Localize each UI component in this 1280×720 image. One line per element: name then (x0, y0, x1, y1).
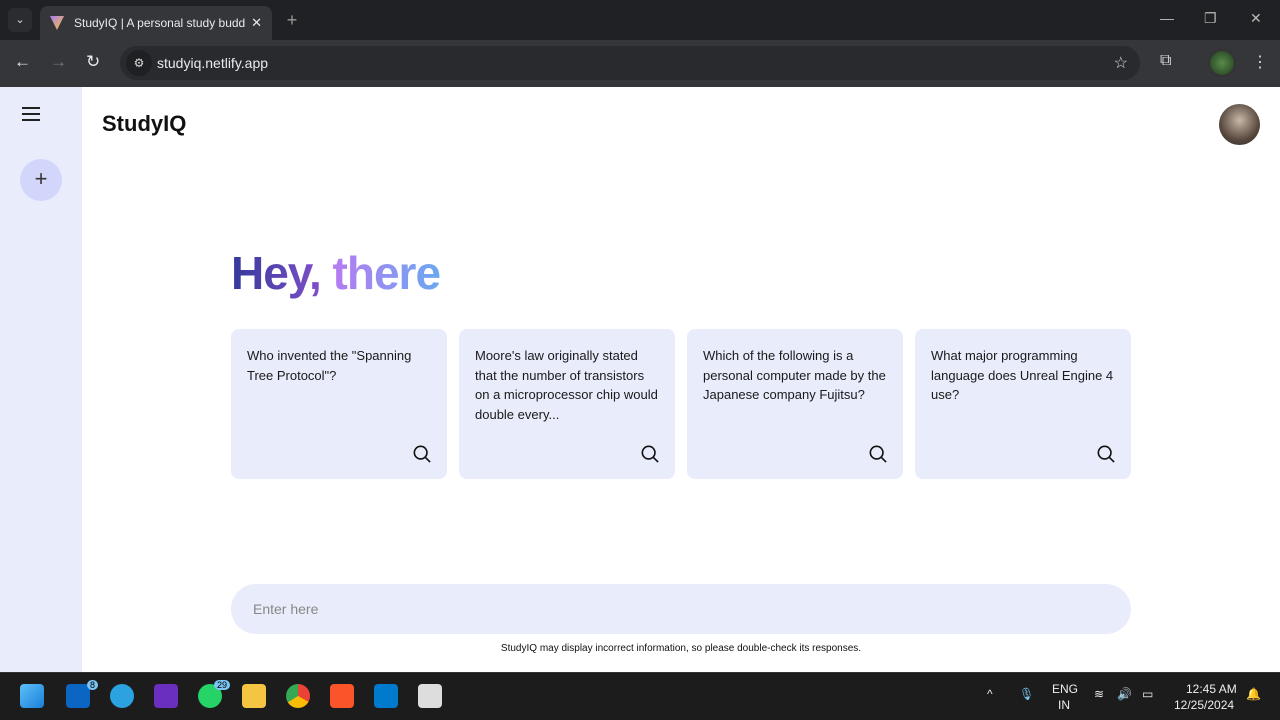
linkedin-icon[interactable]: 8 (66, 680, 98, 708)
back-icon[interactable]: ← (14, 52, 31, 72)
forward-icon[interactable]: → (50, 52, 67, 72)
restore-button[interactable]: ❐ (1204, 10, 1217, 27)
search-icon (413, 445, 431, 463)
brave-icon[interactable] (330, 684, 354, 708)
user-avatar[interactable] (1219, 104, 1260, 145)
more-menu-icon[interactable]: ⋮ (1252, 52, 1268, 72)
prompt-input[interactable] (231, 584, 1131, 634)
snipping-tool-icon[interactable] (418, 684, 442, 708)
microphone-icon[interactable]: 🎙 (1019, 687, 1034, 701)
linkedin-badge: 8 (86, 680, 98, 690)
vite-favicon-icon (50, 16, 64, 30)
address-bar[interactable]: ⚙ studyiq.netlify.app ☆ (120, 46, 1140, 80)
suggestion-card[interactable]: Which of the following is a personal com… (687, 329, 903, 479)
intellij-icon[interactable] (154, 684, 178, 708)
profile-avatar[interactable] (1208, 49, 1236, 77)
battery-icon[interactable]: ▭ (1142, 687, 1153, 701)
whatsapp-icon[interactable]: 29 (198, 680, 230, 708)
vscode-icon[interactable] (374, 684, 398, 708)
whatsapp-badge: 29 (213, 680, 230, 690)
search-icon (869, 445, 887, 463)
app-logo: StudyIQ (102, 111, 187, 136)
wifi-icon[interactable]: ≋ (1094, 687, 1104, 701)
bookmark-star-icon[interactable]: ☆ (1114, 53, 1128, 73)
greeting-part-1: Hey, (231, 247, 322, 299)
reload-icon[interactable]: ↻ (86, 52, 100, 72)
clock-time[interactable]: 12:45 AM (1186, 682, 1237, 696)
greeting-heading: Hey, there (231, 246, 441, 300)
chrome-icon[interactable] (286, 684, 310, 708)
site-info-icon[interactable]: ⚙ (126, 50, 152, 76)
browser-toolbar: ← → ↻ ⚙ studyiq.netlify.app ☆ ⧉ ⋮ (0, 40, 1280, 87)
card-text: Moore's law originally stated that the n… (475, 348, 658, 422)
new-chat-button[interactable]: + (20, 159, 62, 201)
region-indicator[interactable]: IN (1058, 698, 1070, 712)
close-window-button[interactable]: ✕ (1250, 10, 1262, 27)
search-icon (641, 445, 659, 463)
taskbar: 8 29 ^ 🎙 ENG IN ≋ 🔊 ▭ 12:45 AM 12/25/202… (0, 672, 1280, 720)
search-icon (1097, 445, 1115, 463)
card-text: What major programming language does Unr… (931, 348, 1114, 402)
browser-tab[interactable]: StudyIQ | A personal study buddy ✕ (40, 6, 272, 40)
windows-start-icon[interactable] (20, 684, 44, 708)
browser-tab-bar: ⌄ StudyIQ | A personal study buddy ✕ + —… (0, 0, 1280, 40)
url-text: studyiq.netlify.app (157, 55, 269, 71)
suggestion-card[interactable]: What major programming language does Unr… (915, 329, 1131, 479)
notifications-icon[interactable]: 🔔 (1246, 687, 1261, 701)
card-text: Which of the following is a personal com… (703, 348, 886, 402)
prompt-input-container (231, 584, 1131, 634)
suggestion-cards: Who invented the "Spanning Tree Protocol… (231, 329, 1131, 479)
suggestion-card[interactable]: Moore's law originally stated that the n… (459, 329, 675, 479)
tab-title: StudyIQ | A personal study buddy (74, 16, 246, 30)
extensions-icon[interactable]: ⧉ (1160, 52, 1171, 70)
close-tab-icon[interactable]: ✕ (251, 15, 262, 31)
minimize-button[interactable]: — (1160, 10, 1174, 26)
language-indicator[interactable]: ENG (1052, 682, 1078, 696)
disclaimer: StudyIQ may display incorrect informatio… (500, 643, 862, 654)
volume-icon[interactable]: 🔊 (1117, 687, 1132, 701)
tab-search-button[interactable]: ⌄ (8, 8, 32, 32)
telegram-icon[interactable] (110, 684, 134, 708)
greeting-part-2: there (332, 247, 441, 299)
sidebar: + (0, 87, 82, 672)
suggestion-card[interactable]: Who invented the "Spanning Tree Protocol… (231, 329, 447, 479)
new-tab-button[interactable]: + (281, 9, 303, 31)
show-hidden-icons[interactable]: ^ (987, 687, 993, 701)
hamburger-menu-icon[interactable] (22, 107, 40, 125)
file-explorer-icon[interactable] (242, 684, 266, 708)
clock-date[interactable]: 12/25/2024 (1174, 698, 1234, 712)
card-text: Who invented the "Spanning Tree Protocol… (247, 348, 412, 383)
